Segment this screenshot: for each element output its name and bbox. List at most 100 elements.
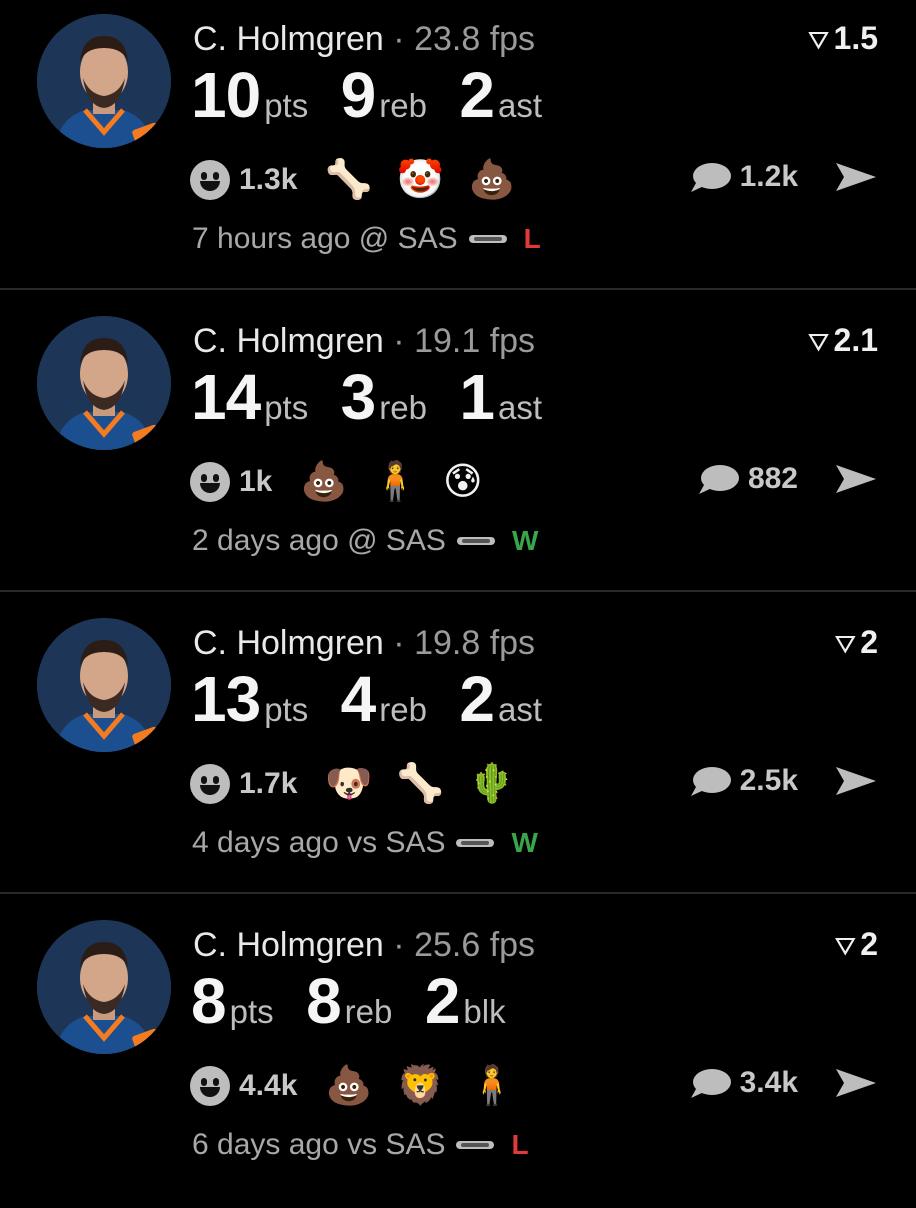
comment-count: 1.2k (739, 160, 798, 193)
comment-icon[interactable] (688, 765, 732, 797)
comment-count: 2.5k (739, 764, 798, 797)
stat-number: 9 (340, 59, 377, 131)
funnel-icon: ⛛ (807, 327, 830, 357)
game-info: 7 hours ago @ SAS L (192, 222, 541, 256)
rank-badge[interactable]: ⛛ 2 (834, 624, 878, 661)
reactions-row[interactable]: 4.4k 💩 🦁 🧍 (190, 1063, 539, 1109)
comments-area[interactable]: 882 (696, 462, 878, 496)
stat-item: 10 pts (191, 58, 308, 132)
comment-icon[interactable] (696, 463, 740, 495)
player-name[interactable]: C. Holmgren (193, 926, 384, 964)
player-avatar[interactable] (37, 618, 171, 752)
stat-unit: ast (498, 389, 543, 426)
player-name[interactable]: C. Holmgren (193, 20, 384, 58)
reactions-row[interactable]: 1.7k 🐶 🦴 🌵 (190, 761, 539, 807)
game-info: 2 days ago @ SAS W (192, 524, 538, 558)
comments-area[interactable]: 3.4k (688, 1066, 878, 1100)
rank-badge[interactable]: ⛛ 2.1 (808, 322, 878, 359)
stat-number: 14 (191, 361, 261, 433)
game-result: W (511, 525, 539, 556)
card-title[interactable]: C. Holmgren · 25.6 fps (193, 926, 535, 965)
reaction-emoji[interactable]: 🤡 (397, 161, 444, 199)
spurs-logo-icon (456, 537, 495, 545)
player-name[interactable]: C. Holmgren (193, 624, 384, 662)
rank-value: 2.1 (833, 322, 878, 358)
spurs-logo-icon (456, 1141, 495, 1149)
share-icon[interactable] (834, 764, 878, 798)
stat-number: 8 (306, 965, 342, 1037)
stat-unit: pts (264, 691, 309, 728)
reactions-row[interactable]: 1k 💩 🧍 😰 (190, 459, 507, 505)
reaction-emoji[interactable]: 😰 (443, 463, 483, 501)
rank-badge[interactable]: ⛛ 2 (834, 926, 878, 963)
reaction-emoji[interactable]: 💩 (325, 1067, 372, 1105)
reaction-count: 4.4k (239, 1069, 298, 1102)
stat-item: 8 reb (306, 964, 392, 1038)
stat-number: 13 (191, 663, 261, 735)
reactions-row[interactable]: 1.3k 🦴 🤡 💩 (190, 157, 539, 203)
reaction-emoji[interactable]: 🐶 (325, 765, 372, 803)
card-divider (0, 590, 916, 592)
game-card[interactable]: C. Holmgren · 19.8 fps ⛛ 2 13 pts 4 reb 2 as… (0, 604, 916, 906)
smiley-react-icon[interactable] (190, 1066, 230, 1106)
stat-unit: reb (344, 993, 393, 1030)
card-title[interactable]: C. Holmgren · 19.1 fps (193, 322, 535, 361)
reaction-emoji[interactable]: 🦴 (397, 765, 444, 803)
rank-value: 2 (860, 926, 878, 962)
rank-value: 2 (860, 624, 878, 660)
title-separator: · (393, 926, 405, 964)
card-divider (0, 892, 916, 894)
reaction-emoji[interactable]: 🦴 (325, 161, 372, 199)
stat-number: 2 (459, 663, 495, 735)
share-icon[interactable] (834, 160, 878, 194)
card-divider (0, 288, 916, 290)
spurs-logo-icon (456, 839, 495, 847)
reaction-emoji[interactable]: 🦁 (397, 1067, 444, 1105)
comment-count: 3.4k (739, 1066, 798, 1099)
player-avatar[interactable] (37, 316, 171, 450)
share-icon[interactable] (834, 1066, 878, 1100)
spurs-logo-icon (468, 235, 507, 243)
player-name[interactable]: C. Holmgren (193, 322, 384, 360)
game-result: W (511, 827, 538, 858)
rank-value: 1.5 (833, 20, 878, 56)
game-card[interactable]: C. Holmgren · 25.6 fps ⛛ 2 8 pts 8 reb 2 blk (0, 906, 916, 1208)
stat-unit: pts (264, 87, 309, 124)
comments-area[interactable]: 2.5k (688, 764, 878, 798)
card-title[interactable]: C. Holmgren · 19.8 fps (193, 624, 535, 663)
comments-area[interactable]: 1.2k (688, 160, 878, 194)
reaction-emoji[interactable]: 🧍 (468, 1067, 515, 1105)
game-info: 6 days ago vs SAS L (192, 1128, 529, 1162)
stat-unit: pts (264, 389, 309, 426)
title-separator: · (393, 20, 405, 58)
rank-badge[interactable]: ⛛ 1.5 (808, 20, 878, 57)
reaction-emoji[interactable]: 💩 (300, 463, 347, 501)
stat-unit: reb (379, 389, 427, 426)
title-separator: · (393, 624, 405, 662)
stat-number: 2 (424, 965, 461, 1037)
comment-icon[interactable] (688, 1067, 732, 1099)
game-card[interactable]: C. Holmgren · 19.1 fps ⛛ 2.1 14 pts 3 reb 1… (0, 302, 916, 604)
stat-line: 10 pts 9 reb 2 ast (191, 58, 570, 132)
stat-number: 4 (340, 663, 377, 735)
player-avatar[interactable] (37, 920, 171, 1054)
smiley-react-icon[interactable] (190, 764, 230, 804)
game-card[interactable]: C. Holmgren · 23.8 fps ⛛ 1.5 10 pts 9 reb 2… (0, 0, 916, 302)
stat-unit: blk (463, 993, 506, 1030)
smiley-react-icon[interactable] (190, 462, 230, 502)
player-avatar[interactable] (37, 14, 171, 148)
fantasy-points: 19.8 fps (414, 624, 536, 662)
reaction-emoji[interactable]: 💩 (468, 161, 515, 199)
share-icon[interactable] (834, 462, 878, 496)
reaction-emoji[interactable]: 🌵 (468, 765, 515, 803)
stat-unit: ast (498, 87, 543, 124)
stat-number: 1 (459, 361, 495, 433)
reaction-emoji[interactable]: 🧍 (372, 463, 419, 501)
card-title[interactable]: C. Holmgren · 23.8 fps (193, 20, 535, 59)
reaction-count: 1.7k (239, 767, 298, 800)
game-result: L (523, 223, 541, 254)
stat-unit: reb (379, 87, 427, 124)
comment-icon[interactable] (688, 161, 732, 193)
smiley-react-icon[interactable] (190, 160, 230, 200)
stat-item: 2 ast (459, 662, 542, 736)
